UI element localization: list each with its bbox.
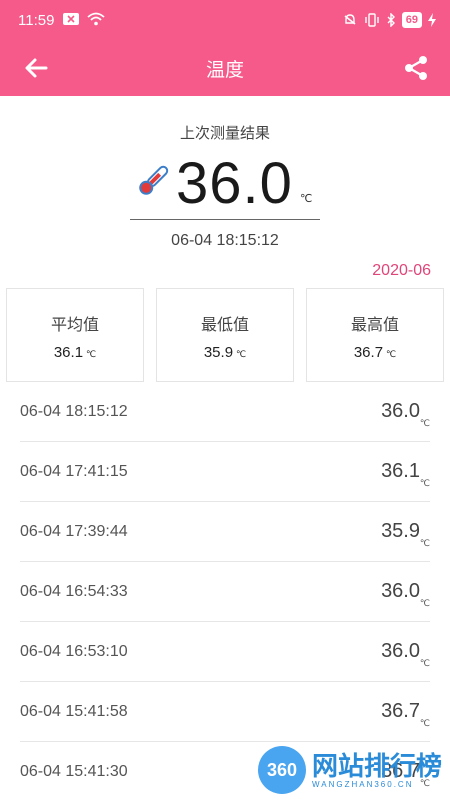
- stat-value: 36.1 ℃: [7, 344, 143, 361]
- records-list: 06-04 18:15:12 36.0 ℃ 06-04 17:41:15 36.…: [0, 382, 450, 800]
- record-time: 06-04 16:54:33: [20, 583, 128, 600]
- share-button[interactable]: [400, 52, 432, 84]
- list-item[interactable]: 06-04 16:53:10 36.0 ℃: [20, 622, 430, 682]
- list-item[interactable]: 06-04 18:15:12 36.0 ℃: [20, 382, 430, 442]
- stats-panel: 平均值 36.1 ℃ 最低值 35.9 ℃ 最高值 36.7 ℃: [6, 288, 444, 382]
- record-unit: ℃: [419, 658, 430, 668]
- stat-value: 35.9 ℃: [157, 344, 293, 361]
- stat-number: 36.7: [353, 344, 384, 361]
- record-time: 06-04 17:41:15: [20, 463, 128, 480]
- record-time: 06-04 15:41:58: [20, 703, 128, 720]
- record-unit: ℃: [419, 538, 430, 548]
- record-unit: ℃: [419, 418, 430, 428]
- last-measurement: 上次测量结果 36.0 ℃ 06-04 18:15:12 2020-06: [0, 96, 450, 286]
- battery-indicator: 69: [401, 12, 422, 28]
- stat-minimum: 最低值 35.9 ℃: [156, 288, 294, 382]
- mute-icon: [344, 14, 356, 25]
- share-icon: [405, 56, 427, 80]
- watermark-text: 网站排行榜 WANGZHAN360.CN: [312, 752, 442, 789]
- vibrate-icon: [365, 13, 379, 27]
- record-unit: ℃: [419, 718, 430, 728]
- list-item[interactable]: 06-04 15:41:58 36.7 ℃: [20, 682, 430, 742]
- record-time: 06-04 18:15:12: [20, 403, 128, 420]
- record-time: 06-04 17:39:44: [20, 523, 128, 540]
- stat-label: 平均值: [50, 317, 99, 334]
- stat-unit: ℃: [236, 349, 247, 359]
- bluetooth-icon: [387, 13, 395, 27]
- status-bar: 11:59 69: [0, 0, 450, 40]
- status-right-icons: 69: [342, 12, 436, 28]
- record-value: 36.0: [381, 580, 420, 602]
- record-value: 36.1: [381, 460, 420, 482]
- app-bar: 温度: [0, 40, 450, 96]
- stat-unit: ℃: [86, 349, 97, 359]
- month-selector[interactable]: 2020-06: [372, 262, 431, 280]
- watermark-brand: 网站排行榜: [311, 750, 442, 781]
- list-item[interactable]: 06-04 17:41:15 36.1 ℃: [20, 442, 430, 502]
- record-time: 06-04 15:41:30: [20, 763, 128, 780]
- last-reading: 36.0 ℃: [130, 148, 320, 220]
- last-reading-value: 36.0: [176, 151, 293, 216]
- stat-value: 36.7 ℃: [307, 344, 443, 361]
- status-left-icons: [63, 12, 105, 26]
- stat-maximum: 最高值 36.7 ℃: [306, 288, 444, 382]
- record-time: 06-04 16:53:10: [20, 643, 128, 660]
- last-measurement-caption: 上次测量结果: [179, 125, 270, 142]
- watermark-logo: 360: [257, 746, 306, 794]
- record-value: 36.7: [381, 700, 420, 722]
- stat-unit: ℃: [386, 349, 397, 359]
- record-value: 36.0: [381, 640, 420, 662]
- stat-number: 35.9: [203, 344, 234, 361]
- page-title: 温度: [205, 60, 244, 81]
- wifi-icon: [87, 12, 105, 26]
- charging-icon: [428, 13, 436, 27]
- stat-label: 最低值: [200, 317, 249, 334]
- record-unit: ℃: [419, 478, 430, 488]
- notification-icon: [63, 13, 79, 25]
- record-unit: ℃: [419, 598, 430, 608]
- stat-number: 36.1: [53, 344, 84, 361]
- status-time: 11:59: [18, 12, 55, 29]
- last-reading-unit: ℃: [300, 193, 313, 205]
- record-value: 35.9: [381, 520, 420, 542]
- site-watermark: 360 网站排行榜 WANGZHAN360.CN: [257, 746, 442, 794]
- list-item[interactable]: 06-04 17:39:44 35.9 ℃: [20, 502, 430, 562]
- last-reading-time: 06-04 18:15:12: [171, 232, 279, 249]
- stat-label: 最高值: [350, 317, 399, 334]
- record-value: 36.0: [381, 400, 420, 422]
- thermometer-icon: [139, 165, 169, 195]
- stat-average: 平均值 36.1 ℃: [6, 288, 144, 382]
- list-item[interactable]: 06-04 16:54:33 36.0 ℃: [20, 562, 430, 622]
- watermark-site: WANGZHAN360.CN: [311, 779, 414, 789]
